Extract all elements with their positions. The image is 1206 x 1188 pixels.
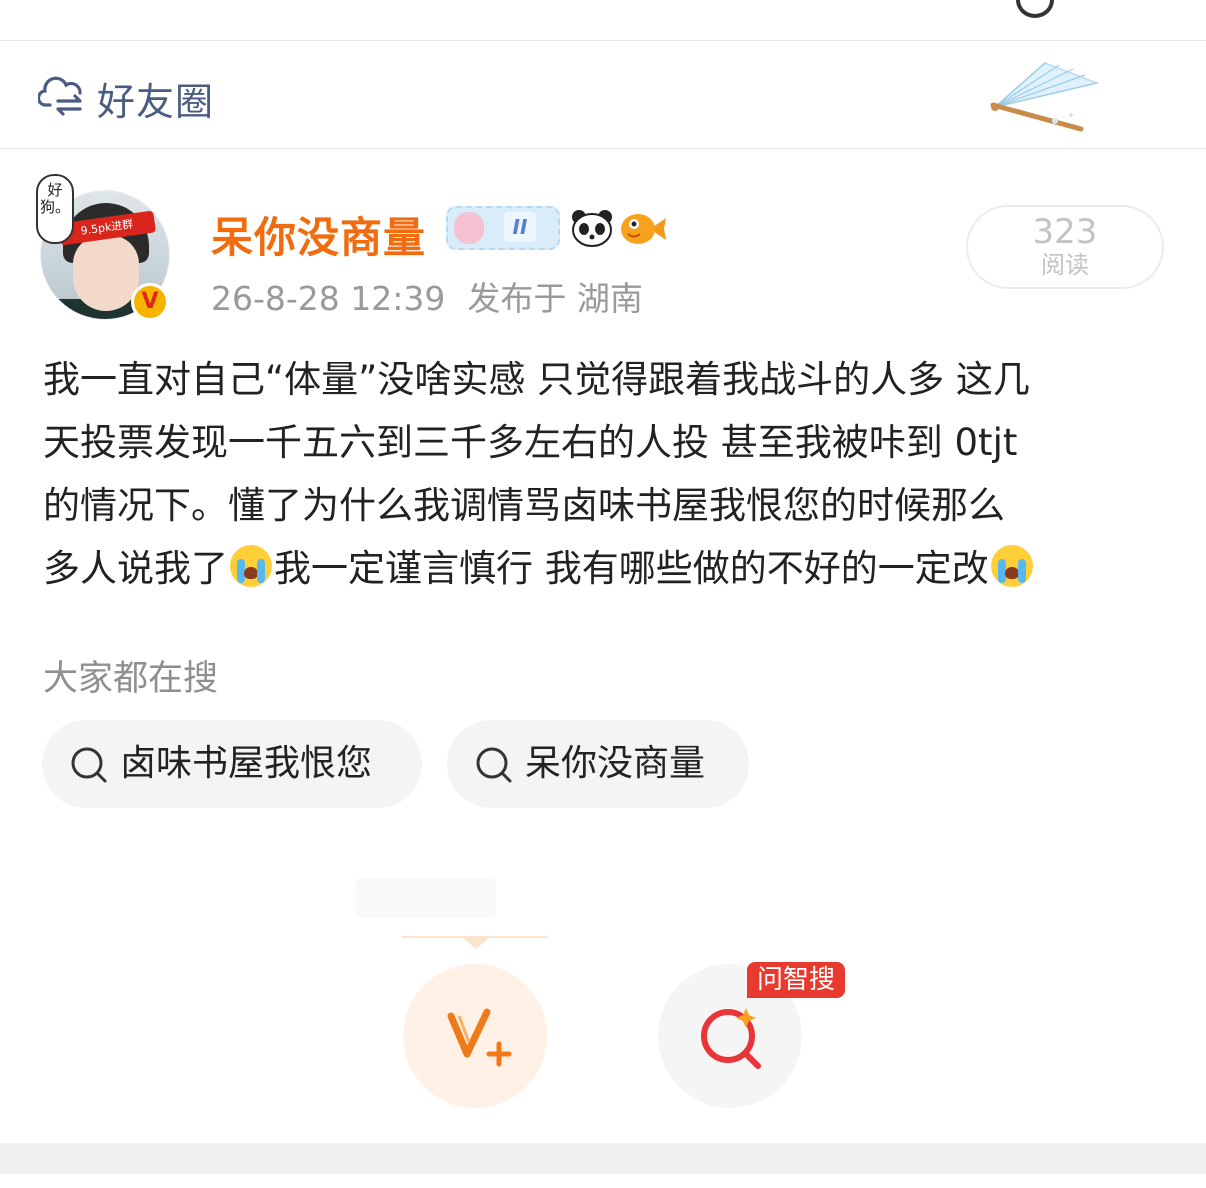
avatar-face [73,235,139,311]
post-line: 天投票发现一千五六到三千多左右的人投 甚至我被咔到 0tjt [43,421,1018,464]
folding-fan-decoration [990,62,1100,132]
pig-icon [454,212,484,244]
cloud-sync-icon[interactable] [38,71,86,117]
post-line-text: 我一定谨言慎行 我有哪些做的不好的一定改 [274,547,989,590]
post-body: 我一直对自己“体量”没啥实感 只觉得跟着我战斗的人多 这几 天投票发现一千五六到… [43,348,1173,600]
page-title: 好友圈 [97,80,215,124]
trending-chip-label: 卤味书屋我恨您 [120,743,373,784]
post-location: 发布于 湖南 [467,279,643,318]
faded-tooltip-text [356,878,496,918]
level-badge[interactable]: II [446,206,560,250]
post-line: 多人说我了 我一定谨言慎行 我有哪些做的不好的一定改 [43,537,1173,600]
post-line: 我一直对自己“体量”没啥实感 只觉得跟着我战斗的人多 这几 [43,358,1030,401]
read-count: 323 [1032,212,1098,252]
trending-label: 大家都在搜 [43,659,219,699]
search-icon-partial [1016,0,1054,18]
author-badges: II [446,204,676,252]
read-count-label: 阅读 [1041,251,1089,279]
post-line-text: 多人说我了 [43,547,228,590]
post-line: 的情况下。懂了为什么我调情骂卤味书屋我恨您的时候那么 [43,484,1005,527]
search-icon [476,747,512,783]
v-plus-icon [447,1008,512,1067]
trending-chip[interactable]: 呆你没商量 [447,720,749,808]
avatar-speech-bubble: 好狗。 [36,174,74,244]
level-badge-text: II [504,212,536,242]
search-icon [71,747,107,783]
verified-badge-icon: V [131,283,169,321]
bottom-edge [0,1174,1206,1188]
ai-search-tag: 问智搜 [747,962,845,998]
crying-emoji-icon [990,545,1033,587]
panda-icon[interactable] [570,208,614,248]
crying-emoji-icon [230,545,272,587]
compose-button[interactable] [403,964,547,1108]
bottom-divider [0,1143,1206,1174]
post-timestamp: 26-8-28 12:39 [211,279,446,318]
page-header: 好友圈 [0,41,1206,149]
read-count-pill[interactable]: 323 阅读 [966,205,1164,289]
post-meta: 26-8-28 12:39 发布于 湖南 [211,272,643,320]
trending-chip[interactable]: 卤味书屋我恨您 [42,720,422,808]
goldfish-icon[interactable] [620,210,668,248]
top-toolbar-partial [0,0,1206,41]
author-name[interactable]: 呆你没商量 [211,204,426,265]
tooltip-arrow [462,937,490,949]
trending-chip-label: 呆你没商量 [525,743,706,784]
